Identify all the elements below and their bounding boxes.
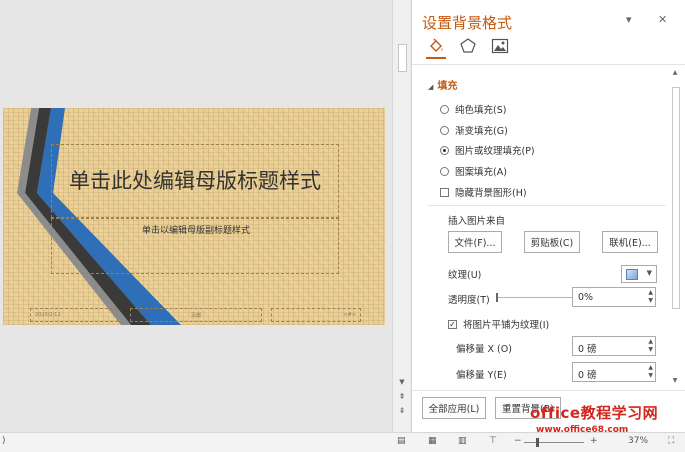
slide-master-preview[interactable]: 单击此处编辑母版标题样式 单击以编辑母版副标题样式 2020/2/11 页脚 <… xyxy=(3,108,385,325)
scroll-down-arrow-icon[interactable]: ▼ xyxy=(393,378,411,386)
format-background-pane: 设置背景格式 ▾ ✕ ◢ 填充 纯色填充(S) 渐变填充(G) 图片或纹理填充(… xyxy=(411,0,685,432)
normal-view-icon[interactable]: ▦ xyxy=(428,436,437,446)
texture-label: 纹理(U) xyxy=(448,270,482,281)
solid-fill-option[interactable]: 纯色填充(S) xyxy=(440,102,506,116)
offset-y-spinner[interactable]: 0 磅 ▲ ▼ xyxy=(572,362,656,382)
transparency-spinner[interactable]: 0% ▲ ▼ xyxy=(572,287,656,307)
hide-bg-checkbox[interactable] xyxy=(440,187,449,197)
pane-title: 设置背景格式 xyxy=(422,14,513,32)
option-label: 图案填充(A) xyxy=(455,167,507,178)
date-placeholder[interactable]: 2020/2/11 xyxy=(30,308,118,322)
option-label: 纯色填充(S) xyxy=(455,105,507,116)
title-text: 单击此处编辑母版标题样式 xyxy=(69,168,321,193)
scroll-thumb[interactable] xyxy=(398,44,407,72)
insert-from-label: 插入图片来自 xyxy=(448,216,506,227)
tile-as-texture-option[interactable]: ✓ 将图片平铺为纹理(I) xyxy=(448,317,549,331)
offset-x-value: 0 磅 xyxy=(578,344,597,355)
slide-canvas: 单击此处编辑母版标题样式 单击以编辑母版副标题样式 2020/2/11 页脚 <… xyxy=(0,0,392,432)
title-placeholder[interactable]: 单击此处编辑母版标题样式 xyxy=(51,144,339,218)
effects-tab[interactable] xyxy=(458,37,478,55)
online-button[interactable]: 联机(E)... xyxy=(602,231,658,253)
subtitle-text: 单击以编辑母版副标题样式 xyxy=(141,226,250,236)
pane-options-icon[interactable]: ▾ xyxy=(626,13,632,26)
subtitle-placeholder[interactable]: 单击以编辑母版副标题样式 xyxy=(51,218,339,274)
pane-scrollbar[interactable] xyxy=(671,81,680,389)
section-title: 填充 xyxy=(437,81,458,92)
watermark: office教程学习网 www.office68.com xyxy=(524,400,684,440)
watermark-title: office教程学习网 xyxy=(530,404,659,422)
reading-view-icon[interactable]: ▥ xyxy=(458,436,467,446)
option-label: 图片或纹理填充(P) xyxy=(455,146,535,157)
radio-gradient[interactable] xyxy=(440,125,449,135)
transparency-label: 透明度(T) xyxy=(448,295,490,306)
status-left-text: ) xyxy=(2,436,6,446)
footer-placeholder[interactable]: 页脚 xyxy=(130,308,262,322)
pane-scroll-thumb[interactable] xyxy=(672,87,680,309)
texture-swatch-icon xyxy=(626,269,638,280)
tile-checkbox[interactable]: ✓ xyxy=(448,319,457,329)
picture-icon xyxy=(491,38,509,54)
transparency-value: 0% xyxy=(578,292,594,303)
zoom-out-icon[interactable]: − xyxy=(514,436,522,446)
zoom-slider[interactable] xyxy=(524,442,584,443)
hide-background-graphics[interactable]: 隐藏背景图形(H) xyxy=(440,185,527,199)
transparency-slider[interactable] xyxy=(496,293,577,302)
radio-pattern[interactable] xyxy=(440,166,449,176)
option-label: 渐变填充(G) xyxy=(455,126,508,137)
pentagon-icon xyxy=(460,38,476,53)
picture-fill-option[interactable]: 图片或纹理填充(P) xyxy=(440,143,535,157)
slider-knob[interactable] xyxy=(496,293,498,302)
previous-slide-icon[interactable]: ⇞ xyxy=(393,392,411,401)
slideshow-icon[interactable]: ⊤ xyxy=(489,436,497,446)
offset-x-spinner[interactable]: 0 磅 ▲ ▼ xyxy=(572,336,656,356)
file-button[interactable]: 文件(F)... xyxy=(448,231,502,253)
powerpoint-window: 单击此处编辑母版标题样式 单击以编辑母版副标题样式 2020/2/11 页脚 <… xyxy=(0,0,685,452)
option-label: 将图片平铺为纹理(I) xyxy=(463,320,550,331)
offset-y-value: 0 磅 xyxy=(578,370,597,381)
pattern-fill-option[interactable]: 图案填充(A) xyxy=(440,164,507,178)
fill-section-header[interactable]: ◢ 填充 xyxy=(428,77,457,92)
close-icon[interactable]: ✕ xyxy=(658,13,667,26)
apply-to-all-button[interactable]: 全部应用(L) xyxy=(422,397,486,419)
watermark-url: www.office68.com xyxy=(536,425,629,435)
radio-solid[interactable] xyxy=(440,104,449,114)
notes-icon[interactable]: ▤ xyxy=(397,436,406,446)
chevron-down-icon: ▼ xyxy=(646,269,652,277)
picture-tab[interactable] xyxy=(490,37,510,55)
paint-bucket-icon xyxy=(430,38,443,52)
option-label: 隐藏背景图形(H) xyxy=(455,188,527,199)
next-slide-icon[interactable]: ⇟ xyxy=(393,406,411,415)
divider xyxy=(428,205,666,206)
pane-scroll-down-icon[interactable]: ▼ xyxy=(670,377,680,384)
spinner-arrows-icon[interactable]: ▲ ▼ xyxy=(648,338,653,354)
radio-picture[interactable] xyxy=(440,145,449,155)
fill-tab[interactable] xyxy=(426,37,446,59)
offset-y-label: 偏移量 Y(E) xyxy=(456,370,507,381)
gradient-fill-option[interactable]: 渐变填充(G) xyxy=(440,123,508,137)
pane-scroll-up-icon[interactable]: ▲ xyxy=(670,69,680,76)
slide-number-placeholder[interactable]: <#> xyxy=(271,308,361,322)
canvas-vertical-scrollbar[interactable]: ▼ ⇞ ⇟ xyxy=(392,0,410,432)
clipboard-button[interactable]: 剪贴板(C) xyxy=(524,231,580,253)
collapse-triangle-icon: ◢ xyxy=(428,83,434,91)
spinner-arrows-icon[interactable]: ▲ ▼ xyxy=(648,364,653,380)
offset-x-label: 偏移量 X (O) xyxy=(456,344,512,355)
pane-content: ◢ 填充 纯色填充(S) 渐变填充(G) 图片或纹理填充(P) 图案填充(A) 隐… xyxy=(412,64,685,390)
texture-dropdown[interactable]: ▼ xyxy=(621,265,657,283)
spinner-arrows-icon[interactable]: ▲ ▼ xyxy=(648,289,653,305)
